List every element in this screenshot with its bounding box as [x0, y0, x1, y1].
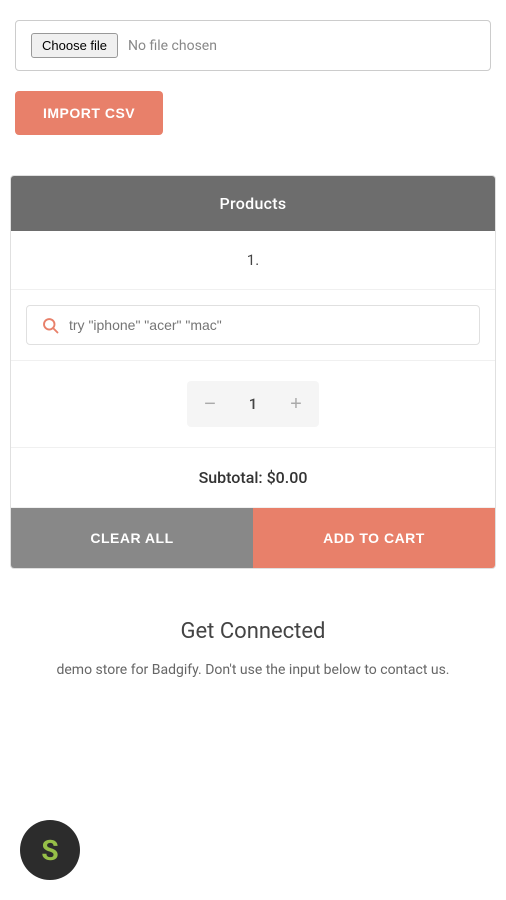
- shopify-badge[interactable]: S: [20, 820, 80, 880]
- quantity-value: 1: [233, 395, 273, 413]
- get-connected-description: demo store for Badgify. Don't use the in…: [20, 659, 486, 681]
- get-connected-title: Get Connected: [20, 619, 486, 644]
- clear-all-button[interactable]: CLEAR ALL: [11, 508, 253, 568]
- subtotal-text: Subtotal: $0.00: [199, 468, 308, 487]
- search-section: [11, 290, 495, 361]
- products-header: Products: [11, 176, 495, 231]
- choose-file-button[interactable]: Choose file: [31, 33, 118, 58]
- quantity-increase-button[interactable]: +: [273, 381, 319, 427]
- subtotal-section: Subtotal: $0.00: [11, 448, 495, 508]
- no-file-label: No file chosen: [128, 38, 217, 54]
- products-title: Products: [220, 194, 287, 213]
- add-to-cart-button[interactable]: ADD TO CART: [253, 508, 495, 568]
- import-csv-button[interactable]: IMPORT CSV: [15, 91, 163, 135]
- quantity-section: − 1 +: [11, 361, 495, 448]
- get-connected-section: Get Connected demo store for Badgify. Do…: [0, 569, 506, 711]
- file-input-wrapper: Choose file No file chosen: [15, 20, 491, 71]
- search-wrapper: [26, 305, 480, 345]
- product-number: 1.: [11, 231, 495, 290]
- quantity-decrease-button[interactable]: −: [187, 381, 233, 427]
- search-input[interactable]: [69, 317, 465, 333]
- products-section: Products 1. − 1 + Subtotal: $0.00 CLEAR …: [10, 175, 496, 569]
- quantity-control: − 1 +: [187, 381, 319, 427]
- file-section: Choose file No file chosen IMPORT CSV: [0, 0, 506, 145]
- shopify-icon: S: [41, 834, 58, 867]
- search-icon: [41, 316, 59, 334]
- action-buttons: CLEAR ALL ADD TO CART: [11, 508, 495, 568]
